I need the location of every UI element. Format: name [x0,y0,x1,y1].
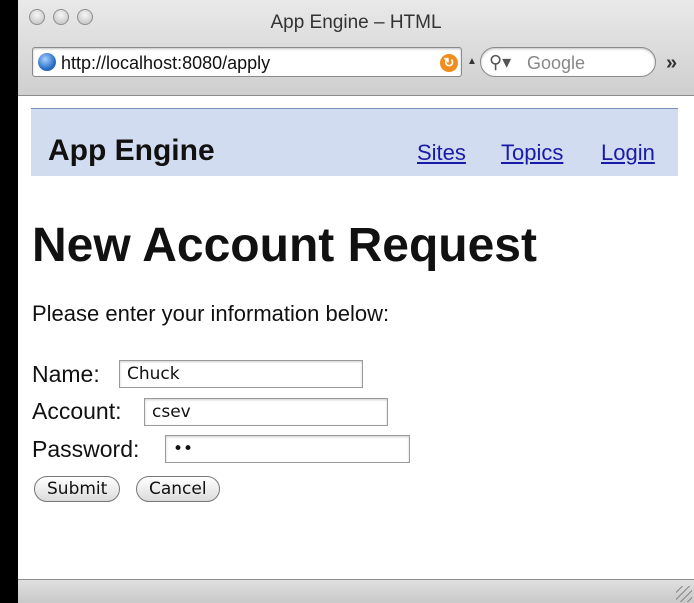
search-placeholder: Google [527,53,586,73]
nav-link-sites[interactable]: Sites [417,140,466,166]
window-title: App Engine – HTML [270,12,442,33]
search-field[interactable]: ⚲▾ Google [480,47,656,77]
page-content: App Engine Sites Topics Login New Accoun… [18,96,694,579]
browser-chrome: App Engine – HTML http://localhost:8080/… [18,0,694,96]
name-input[interactable] [119,360,363,388]
cancel-button[interactable]: Cancel [136,476,220,502]
search-icon[interactable]: ⚲▾ [489,52,511,73]
site-header: App Engine Sites Topics Login [31,108,678,176]
submit-button[interactable]: Submit [34,476,121,502]
nav-link-topics[interactable]: Topics [501,140,563,166]
globe-icon [38,53,56,71]
reload-icon[interactable]: ↻ [440,54,458,72]
page-title: New Account Request [32,219,537,272]
site-brand: App Engine [48,134,215,167]
password-input[interactable] [165,435,410,463]
search-engine-caret-icon[interactable]: ▲ [467,56,477,67]
toolbar-overflow-icon[interactable]: » [666,52,677,75]
address-bar[interactable]: http://localhost:8080/apply ↻ [32,47,462,77]
password-label: Password: [32,436,140,462]
status-bar [18,579,694,603]
account-label: Account: [32,398,122,424]
browser-window: App Engine – HTML http://localhost:8080/… [18,0,694,603]
intro-text: Please enter your information below: [32,301,390,326]
nav-link-login[interactable]: Login [601,140,655,166]
resize-grip-icon[interactable] [676,586,692,602]
address-bar-url: http://localhost:8080/apply [61,53,271,73]
account-input[interactable] [144,398,388,426]
name-label: Name: [32,361,100,387]
